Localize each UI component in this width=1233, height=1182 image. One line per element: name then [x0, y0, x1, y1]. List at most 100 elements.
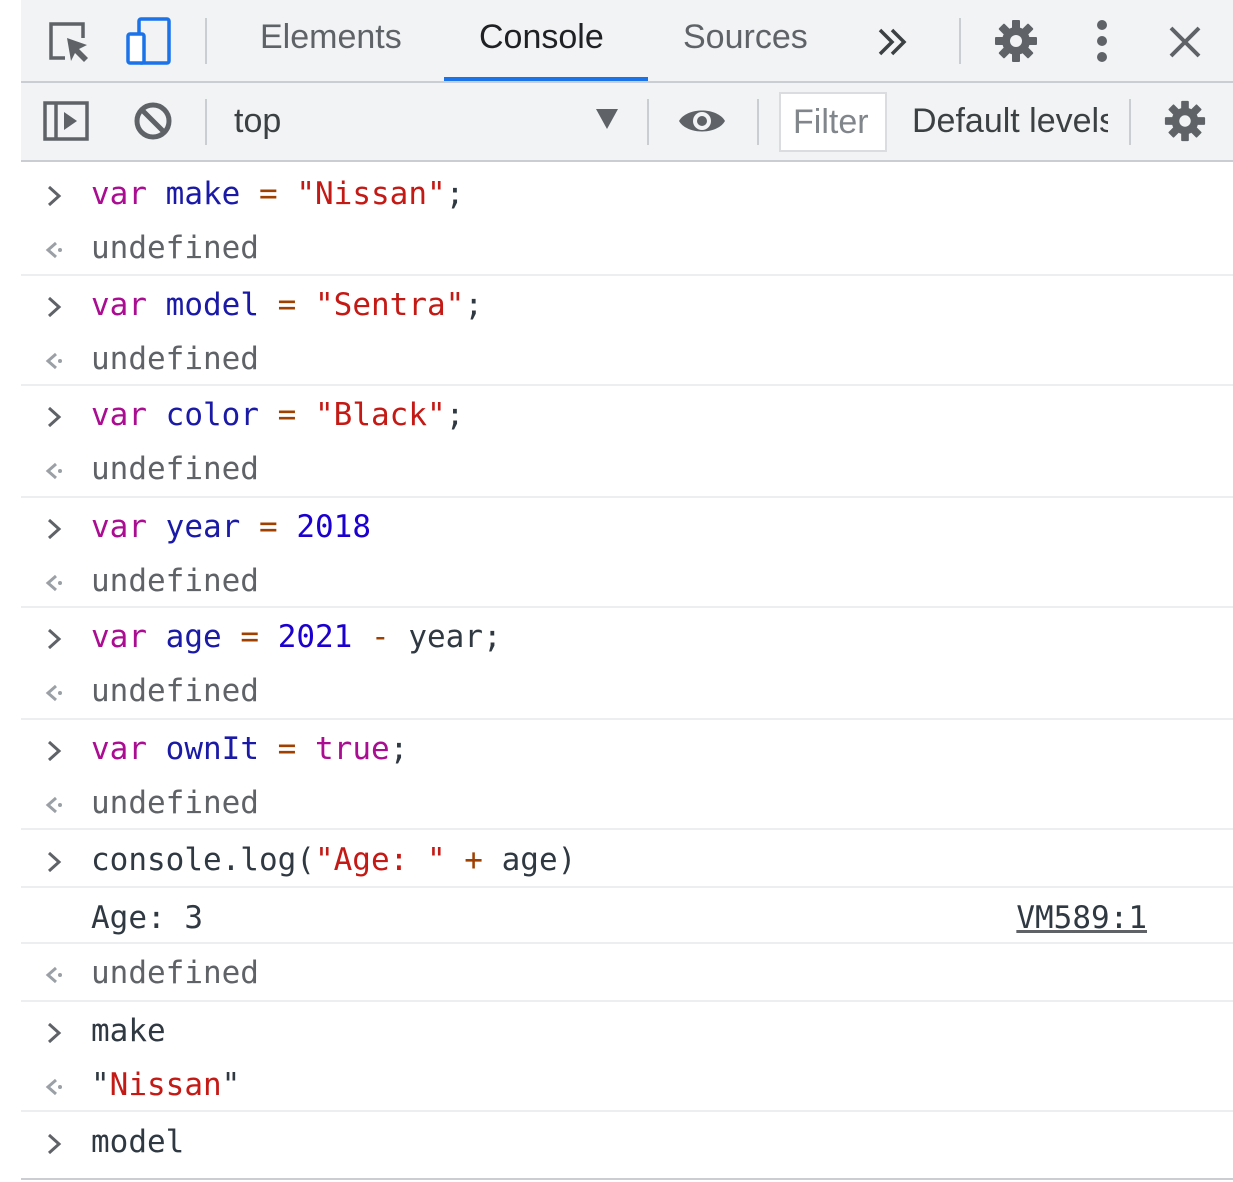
console-line-text: make [91, 1013, 166, 1049]
result-return-arrow-icon [45, 241, 62, 259]
input-prompt-chevron-icon [47, 406, 62, 428]
console-line-text: var age = 2021 - year; [91, 619, 502, 655]
code-token: undefined [91, 341, 259, 377]
tabbar-separator [205, 18, 207, 64]
device-toolbar-icon[interactable] [125, 16, 173, 66]
code-token: make [165, 176, 241, 212]
message-divider [21, 718, 1233, 720]
code-token: undefined [91, 563, 259, 599]
input-prompt-chevron-icon [47, 1133, 62, 1155]
tab-elements[interactable]: Elements [260, 18, 402, 57]
console-bottom-divider [21, 1178, 1233, 1180]
message-divider [21, 606, 1233, 608]
message-divider [21, 384, 1233, 386]
filter-input[interactable] [781, 94, 881, 150]
console-line-text: undefined [91, 955, 259, 991]
tab-console[interactable]: Console [479, 18, 604, 57]
active-tab-indicator [444, 77, 648, 81]
inspect-element-icon[interactable] [45, 18, 91, 64]
console-line-text: model [91, 1124, 184, 1160]
result-return-arrow-icon [45, 796, 62, 814]
message-divider [21, 496, 1233, 498]
code-token: Age: 3 [91, 900, 203, 936]
input-prompt-chevron-icon [47, 740, 62, 762]
console-settings-gear-icon[interactable] [1163, 99, 1207, 143]
console-line-text: var ownIt = true; [91, 731, 408, 767]
result-return-arrow-icon [45, 352, 62, 370]
close-icon[interactable] [1165, 22, 1205, 62]
code-token: undefined [91, 785, 259, 821]
console-line-text: undefined [91, 673, 259, 709]
code-token: true [315, 731, 390, 767]
code-token: var [91, 287, 147, 323]
code-token: " [221, 1067, 241, 1103]
code-token: color [165, 397, 259, 433]
console-line-text: var model = "Sentra"; [91, 287, 483, 323]
input-prompt-chevron-icon [47, 296, 62, 318]
kebab-menu-icon[interactable] [1089, 18, 1115, 64]
source-link[interactable]: VM589:1 [1016, 900, 1147, 936]
code-token: var [91, 619, 147, 655]
console-line-text: undefined [91, 451, 259, 487]
code-token: 2021 [277, 619, 353, 655]
settings-gear-icon[interactable] [993, 18, 1039, 64]
input-prompt-chevron-icon [47, 1022, 62, 1044]
console-line-text: undefined [91, 230, 259, 266]
code-token: = [259, 509, 278, 545]
result-return-arrow-icon [45, 574, 62, 592]
more-tabs-icon[interactable] [873, 22, 913, 62]
console-line-text: console.log("Age: " + age) [91, 842, 576, 878]
console-line-text: var year = 2018 [91, 509, 371, 545]
code-token: + [464, 842, 483, 878]
sidebar-toggle-icon[interactable] [43, 101, 89, 141]
context-selector[interactable]: top [234, 102, 281, 141]
message-divider [21, 274, 1233, 276]
code-token: model [91, 1124, 185, 1160]
live-expression-eye-icon[interactable] [677, 103, 727, 139]
result-return-arrow-icon [45, 684, 62, 702]
code-token: "Age: " [314, 842, 446, 878]
input-prompt-chevron-icon [47, 628, 62, 650]
code-token: undefined [91, 673, 259, 709]
code-token: = [277, 731, 297, 767]
toolbar-separator [1129, 99, 1131, 145]
result-return-arrow-icon [45, 966, 62, 984]
console-line-text: var color = "Black"; [91, 397, 464, 433]
log-levels-dropdown[interactable]: Default levels [912, 102, 1108, 141]
console-line-text: undefined [91, 341, 259, 377]
message-divider [21, 1110, 1233, 1112]
console-line-text: Age: 3 [91, 900, 203, 936]
tabbar-separator [959, 18, 961, 64]
code-token: ; [445, 397, 465, 433]
context-dropdown-icon[interactable] [596, 109, 618, 129]
code-token: - [371, 619, 390, 655]
console-line-text: "Nissan" [91, 1067, 240, 1103]
clear-console-icon[interactable] [133, 101, 173, 141]
input-prompt-chevron-icon [47, 851, 62, 873]
tab-sources[interactable]: Sources [683, 18, 808, 57]
code-token: = [240, 619, 260, 655]
code-token: Nissan [109, 1067, 222, 1103]
code-token: var [91, 176, 147, 212]
console-line-text: undefined [91, 785, 259, 821]
code-token: ; [445, 176, 465, 212]
result-return-arrow-icon [45, 1078, 62, 1096]
code-token: year [165, 509, 241, 545]
toolbar-separator [757, 99, 759, 145]
toolbar-separator [647, 99, 649, 145]
